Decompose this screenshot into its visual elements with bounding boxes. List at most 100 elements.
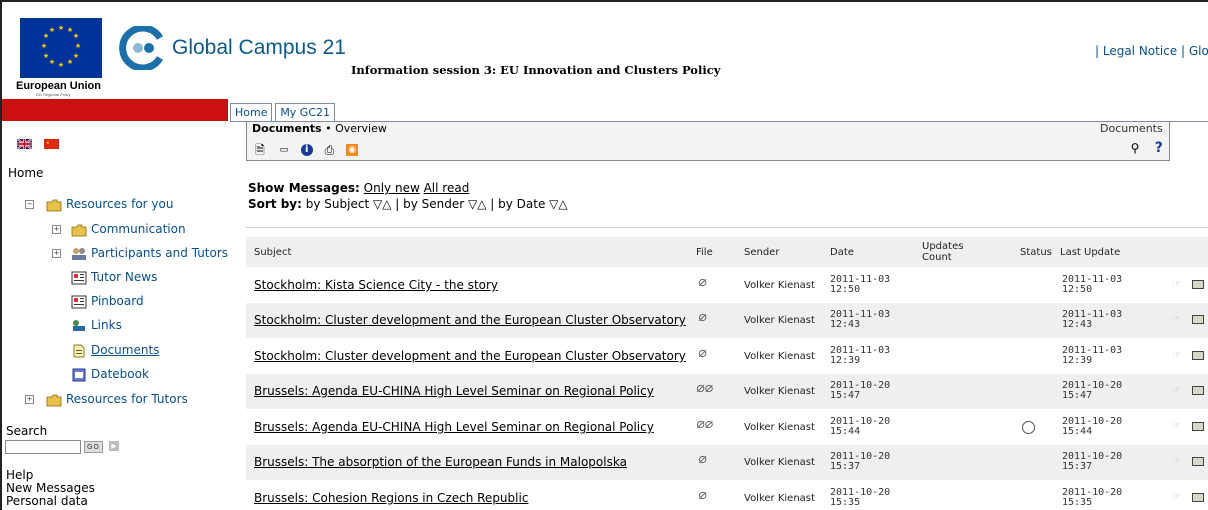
sidebar-item-communication[interactable]: + Communication: [52, 220, 186, 238]
header-last-update[interactable]: Last Update: [1060, 247, 1120, 258]
info-icon[interactable]: i: [300, 143, 313, 156]
reply-icon[interactable]: ☞: [1172, 457, 1181, 467]
help-link[interactable]: Help: [6, 469, 33, 481]
message-subject-link[interactable]: Brussels: Cohesion Regions in Czech Repu…: [254, 492, 528, 504]
mail-icon[interactable]: [1192, 351, 1204, 360]
date: 2011-11-03 12:50: [830, 274, 891, 295]
sidebar-item-datebook[interactable]: Datebook: [71, 365, 149, 383]
sort-options[interactable]: by Subject ▽△ | by Sender ▽△ | by Date ▽…: [306, 197, 568, 211]
message-subject-link[interactable]: Brussels: Agenda EU-CHINA High Level Sem…: [254, 421, 654, 433]
reply-icon[interactable]: ☞: [1172, 386, 1181, 396]
sidebar-item-documents[interactable]: Documents: [71, 341, 159, 359]
sender: Volker Kienast: [744, 351, 815, 362]
only-new-link[interactable]: Only new: [364, 181, 420, 195]
search-icon[interactable]: ⚲: [1128, 141, 1142, 155]
datebook-icon: [72, 368, 86, 381]
sidebar-item-pinboard[interactable]: Pinboard: [71, 292, 144, 310]
attachment-icon[interactable]: ⌀: [698, 488, 706, 502]
legal-notice-link[interactable]: | Legal Notice: [1095, 44, 1177, 58]
reply-icon[interactable]: ☞: [1172, 422, 1181, 432]
message-subject-link[interactable]: Stockholm: Cluster development and the E…: [254, 314, 686, 326]
all-read-link[interactable]: All read: [424, 181, 470, 195]
search-go-button[interactable]: GO: [84, 441, 103, 453]
mail-icon[interactable]: [1192, 493, 1204, 502]
news-icon: [71, 271, 87, 284]
sender: Volker Kienast: [744, 422, 815, 433]
message-subject-link[interactable]: Stockholm: Cluster development and the E…: [254, 350, 686, 362]
expand-icon[interactable]: +: [52, 249, 61, 258]
header-subject[interactable]: Subject: [254, 247, 291, 258]
mail-icon[interactable]: [1192, 422, 1204, 431]
mail-icon[interactable]: [1192, 457, 1204, 466]
mail-icon[interactable]: [1192, 280, 1204, 289]
expand-icon[interactable]: +: [52, 225, 61, 234]
mail-icon[interactable]: [1192, 315, 1204, 324]
mail-icon[interactable]: [1192, 386, 1204, 395]
top-links: | Legal Notice | Globa: [1095, 44, 1208, 58]
help-icon[interactable]: ?: [1152, 141, 1166, 155]
attachment-icon[interactable]: ⌀⌀: [696, 417, 713, 431]
message-subject-link[interactable]: Stockholm: Kista Science City - the stor…: [254, 279, 498, 291]
attachment-icon[interactable]: ⌀: [698, 310, 706, 324]
svg-text:★: ★: [75, 42, 81, 50]
header-updates-count[interactable]: Updates Count: [922, 241, 982, 263]
sidebar-item-resources-for-tutors[interactable]: + Resources for Tutors: [25, 390, 188, 408]
reply-icon[interactable]: ☞: [1172, 351, 1181, 361]
header-date[interactable]: Date: [830, 247, 854, 258]
sidebar-item-tutor-news[interactable]: Tutor News: [71, 268, 157, 286]
message-subject-link[interactable]: Brussels: The absorption of the European…: [254, 456, 627, 468]
header-file[interactable]: File: [696, 247, 713, 258]
reply-icon[interactable]: ☞: [1172, 493, 1181, 503]
last-update: 2011-10-20 15:44: [1062, 416, 1123, 437]
table-row: Stockholm: Cluster development and the E…: [246, 303, 1208, 338]
svg-text:★: ★: [73, 52, 79, 60]
header-status[interactable]: Status: [1020, 247, 1052, 258]
search-arrow-icon[interactable]: ▶: [109, 441, 119, 451]
message-subject-link[interactable]: Brussels: Agenda EU-CHINA High Level Sem…: [254, 385, 654, 397]
attachment-icon[interactable]: ⌀⌀: [696, 381, 713, 395]
collapse-icon[interactable]: −: [25, 200, 34, 209]
gc21-logo-icon[interactable]: [116, 24, 166, 72]
print-icon[interactable]: ⎙: [322, 143, 336, 157]
people-icon: [72, 247, 86, 260]
sender: Volker Kienast: [744, 280, 815, 291]
attachment-icon[interactable]: ⌀: [698, 346, 706, 360]
reply-icon[interactable]: ☞: [1172, 280, 1181, 290]
book-icon[interactable]: ▭: [277, 143, 291, 157]
brand-title[interactable]: Global Campus 21: [172, 36, 346, 60]
last-update: 2011-11-03 12:39: [1062, 345, 1123, 366]
sidebar-item-participants[interactable]: + Participants and Tutors: [52, 244, 228, 262]
red-banner: [2, 99, 228, 121]
sidebar-item-home[interactable]: Home: [8, 166, 43, 180]
sender: Volker Kienast: [744, 493, 815, 504]
last-update: 2011-10-20 15:37: [1062, 451, 1123, 472]
attachment-icon[interactable]: ⌀: [698, 452, 706, 466]
sidebar-item-resources-for-you[interactable]: − Resources for you: [25, 195, 173, 213]
svg-text:★: ★: [41, 42, 47, 50]
sort-by-filter: Sort by: by Subject ▽△ | by Sender ▽△ | …: [248, 197, 568, 211]
search-input[interactable]: [5, 440, 81, 454]
reply-icon[interactable]: ☞: [1172, 315, 1181, 325]
global-link[interactable]: | Globa: [1181, 44, 1208, 58]
svg-text:★: ★: [43, 52, 49, 60]
header-sender[interactable]: Sender: [744, 247, 779, 258]
document-icon: [73, 344, 85, 357]
attachment-icon[interactable]: ⌀: [698, 275, 706, 289]
uk-flag-icon[interactable]: [17, 138, 32, 149]
svg-text:★: ★: [67, 58, 73, 66]
sender: Volker Kienast: [744, 386, 815, 397]
sender: Volker Kienast: [744, 315, 815, 326]
status-unread-icon[interactable]: [1022, 421, 1035, 434]
personal-data-link[interactable]: Personal data: [6, 495, 88, 507]
new-document-icon[interactable]: 🗎: [253, 143, 267, 157]
new-messages-link[interactable]: New Messages: [6, 482, 95, 494]
rss-icon[interactable]: ◉: [346, 143, 359, 156]
svg-text:★: ★: [46, 140, 50, 145]
search-label: Search: [6, 424, 48, 438]
tab-home[interactable]: Home: [230, 103, 273, 122]
tab-my-gc21[interactable]: My GC21: [275, 103, 336, 122]
china-flag-icon[interactable]: ★: [43, 138, 59, 149]
toolbar-section-label: Documents: [1100, 122, 1163, 135]
expand-icon[interactable]: +: [25, 395, 34, 404]
sidebar-item-links[interactable]: Links: [71, 316, 122, 334]
